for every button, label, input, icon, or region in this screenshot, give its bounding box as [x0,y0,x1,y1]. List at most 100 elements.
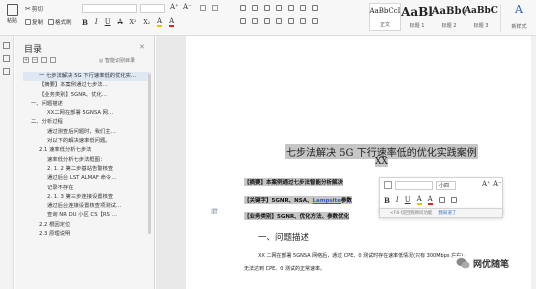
shrink-font-button[interactable]: A⁻ [183,3,192,11]
document-author[interactable]: XX [375,157,388,167]
cut-button[interactable]: ✂ 剪切 [25,5,43,13]
toc-item[interactable]: 2.1 速率低分析七步法 [23,146,151,155]
shading-icon[interactable] [312,18,318,24]
toc-item[interactable]: 2.3 原理说明 [23,230,151,239]
toc-item[interactable]: 通过测查后问题时，我们主… [23,128,151,137]
font-size-select[interactable] [140,4,165,13]
smart-toc-button[interactable]: ◎ 智能识别目录 [99,57,135,64]
toc-item[interactable]: 对以下的解决速率低问题。 [23,137,151,146]
toc-scrollbar[interactable] [148,74,151,234]
toc-item[interactable]: 通过后台连接设置核查项测试… [23,202,151,211]
style-heading3[interactable]: AaBbC 标题 3 [464,3,498,31]
bold-button[interactable]: B [82,18,88,27]
float-shrink-font[interactable]: A⁻ [493,180,502,188]
category-paragraph[interactable]: 【业务类别】5GNR、优化方法、参数优化 [244,212,350,220]
style-icon[interactable] [384,181,392,189]
style-normal[interactable]: AaBbCcI 正文 [369,3,401,31]
expand-all-icon[interactable]: + [23,57,29,63]
nav-rail [0,36,14,289]
body-line-2[interactable]: 无法达到 CPE、0 测试的正常速率。 [244,265,325,272]
scissors-icon: ✂ [25,5,31,13]
new-style-icon: A [515,3,523,16]
show-marks-icon[interactable] [300,5,306,11]
bullets-icon[interactable] [240,5,246,11]
vertical-scrollbar[interactable] [531,36,536,289]
heading-1[interactable]: 一、问题描述 [258,231,309,243]
sort-icon[interactable] [288,5,294,11]
keywords-link[interactable]: Lampsite [313,198,341,204]
font-color-button[interactable]: A [169,17,175,27]
strikethrough-button[interactable]: A [118,18,123,26]
toc-item[interactable]: 通过后台 LST ALMAF 命令… [23,174,151,183]
ribbon-toolbar: 粘贴 ✂ 剪切 复制 格式刷 A⁺ A⁻ B I U A X² X₂ A A A… [0,0,536,36]
align-left-icon[interactable] [240,18,246,24]
italic-button[interactable]: I [95,18,98,26]
toc-item[interactable]: 【业务类别】5GNR、优化… [23,91,151,100]
toc-item[interactable]: XX二网在部署 5GNSA 网… [23,109,151,118]
brush-icon [48,19,54,25]
abstract-paragraph[interactable]: 【摘要】本案例通过七步法智能分析解决 [244,178,344,186]
paragraph-handle-icon[interactable]: ▤ [211,207,218,215]
numbering-icon[interactable] [252,5,258,11]
dismiss-link[interactable]: 我知道了 [438,210,456,216]
float-highlight-button[interactable]: A [416,195,422,205]
highlight-button[interactable]: A [157,17,163,27]
line-spacing-icon[interactable] [300,18,306,24]
grow-font-button[interactable]: A⁺ [170,3,179,11]
toc-item[interactable]: 2.2 根因定位 [23,221,151,230]
collapse-all-icon[interactable]: − [32,57,38,63]
pinyin-icon[interactable] [212,5,218,11]
toc-item[interactable]: 【摘要】本案例通过七步法… [23,81,151,90]
underline-button[interactable]: U [105,18,111,26]
font-name-select[interactable] [82,4,137,13]
toc-item[interactable]: 查询 NR DU 小区 CS【RS … [23,211,151,220]
float-grow-font[interactable]: A⁺ [482,180,491,188]
toc-panel: 目录 ✕ + − ◎ 智能识别目录 一 七步法解决 5G 下行速率低的优化实… 【… [15,36,155,289]
toc-item[interactable]: 速率低分析七步法框图： [23,156,151,165]
new-style-button[interactable]: A 新样式 [507,4,531,32]
align-center-icon[interactable] [252,18,258,24]
float-underline-button[interactable]: U [405,196,411,204]
indent-icon[interactable] [276,5,282,11]
clear-format-icon[interactable] [200,5,206,11]
superscript-button[interactable]: X² [130,19,137,26]
toc-list: 一 七步法解决 5G 下行速率低的优化实… 【摘要】本案例通过七步法… 【业务类别】… [23,72,151,239]
demote-icon[interactable] [50,57,56,63]
close-icon[interactable]: ✕ [139,43,145,51]
float-line-spacing-icon[interactable] [450,197,457,203]
toc-pane-icon[interactable] [3,42,10,49]
style-heading2[interactable]: AaBb( 标题 2 [432,3,466,31]
toc-item[interactable]: 2. 1. 3 第三步连接设置核查 [23,193,151,202]
style-heading1[interactable]: AaBl 标题 1 [401,3,433,31]
outdent-icon[interactable] [264,5,270,11]
format-painter-button[interactable]: 格式刷 [48,18,72,26]
toc-tools: + − [23,57,56,63]
search-pane-icon[interactable] [3,68,10,75]
keywords-paragraph[interactable]: 【关键字】5GNR、NSA、Lampsite参数 [244,196,352,204]
toc-item[interactable]: 一、问题描述 [23,100,151,109]
assistant-hint-bar: <F6-切回到顾问功能 我知道了 [379,208,503,218]
toc-item[interactable]: 一 七步法解决 5G 下行速率低的优化实… [23,72,151,82]
toc-item[interactable]: 二、分析过程 [23,118,151,127]
subscript-button[interactable]: X₂ [143,19,150,26]
wechat-icon [456,258,470,269]
border-icon[interactable] [312,5,318,11]
float-italic-button[interactable]: I [396,196,399,204]
float-align-icon[interactable] [438,197,445,203]
promote-icon[interactable] [41,57,47,63]
float-font-size[interactable]: 小四 [436,181,456,190]
align-right-icon[interactable] [264,18,270,24]
float-font-name[interactable] [395,181,433,190]
bookmark-pane-icon[interactable] [3,55,10,62]
clipboard-icon [6,4,18,16]
toc-item[interactable]: 2. 1. 2 第二步基站告警核查 [23,165,151,174]
float-bold-button[interactable]: B [384,196,390,205]
justify-icon[interactable] [276,18,282,24]
copy-icon [25,19,31,25]
watermark: 网优随笔 [453,256,513,271]
toc-item[interactable]: 记录不存在 [23,184,151,193]
copy-button[interactable]: 复制 [25,18,43,26]
float-font-color-button[interactable]: A [427,195,433,205]
paste-button[interactable]: 粘贴 [3,4,21,24]
distribute-icon[interactable] [288,18,294,24]
